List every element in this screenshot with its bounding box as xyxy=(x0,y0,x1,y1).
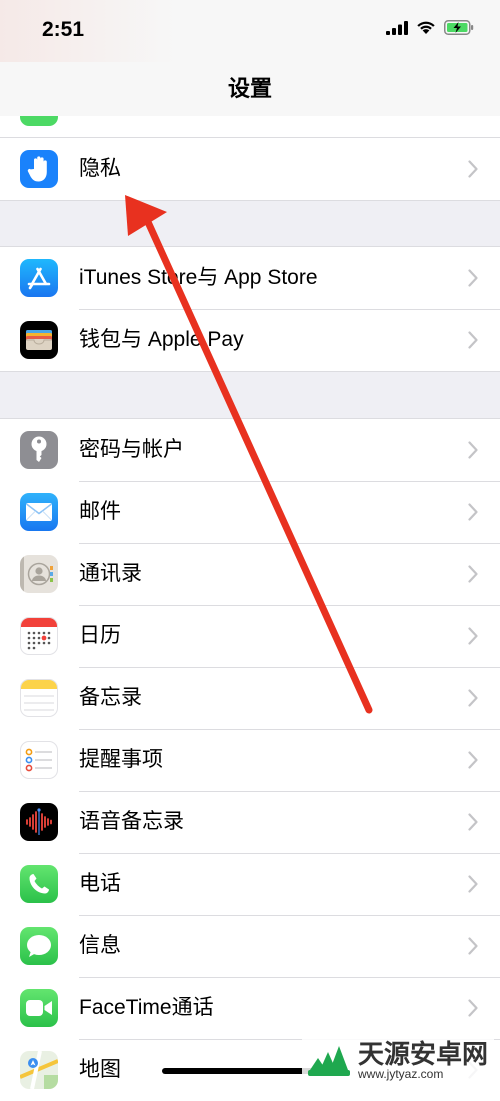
settings-row-passwords-accounts[interactable]: 密码与帐户 xyxy=(0,419,500,481)
settings-row-label: FaceTime通话 xyxy=(79,996,214,1019)
notes-icon xyxy=(20,679,58,717)
mail-icon xyxy=(20,493,58,531)
watermark-brand: 天源安卓网 xyxy=(357,1039,488,1069)
hand-icon xyxy=(20,150,58,188)
settings-group-apps: 密码与帐户 邮件 通讯录 日历 备忘录 提醒事项 语音备忘录 电话 信息 Fac… xyxy=(0,418,500,1101)
wifi-icon xyxy=(417,21,435,34)
contacts-icon xyxy=(20,555,58,593)
settings-row-label: 电话 xyxy=(79,872,121,895)
settings-row-wallet[interactable]: 钱包与 Apple Pay xyxy=(0,309,500,371)
chevron-right-icon xyxy=(468,813,478,831)
settings-row-label: 钱包与 Apple Pay xyxy=(79,328,244,351)
nav-bar: 设置 xyxy=(0,62,500,116)
chevron-right-icon xyxy=(468,331,478,349)
chevron-right-icon xyxy=(468,269,478,287)
settings-row-label: 提醒事项 xyxy=(79,748,163,771)
voice-memos-icon xyxy=(20,803,58,841)
settings-row-label: 地图 xyxy=(79,1058,121,1081)
settings-row-voice-memos[interactable]: 语音备忘录 xyxy=(0,791,500,853)
settings-row-privacy[interactable]: 隐私 xyxy=(0,138,500,200)
settings-row-reminders[interactable]: 提醒事项 xyxy=(0,729,500,791)
settings-row-label: 隐私 xyxy=(79,157,121,180)
partial-row-icon xyxy=(20,116,58,126)
chevron-right-icon xyxy=(468,565,478,583)
app-store-icon xyxy=(20,259,58,297)
android-logo-icon xyxy=(307,1046,350,1076)
settings-row-messages[interactable]: 信息 xyxy=(0,915,500,977)
signal-icon xyxy=(386,20,408,35)
status-time: 2:51 xyxy=(42,18,85,41)
settings-row-calendar[interactable]: 日历 xyxy=(0,605,500,667)
settings-row-itunes-app-store[interactable]: iTunes Store与 App Store xyxy=(0,247,500,309)
settings-row-label: 备忘录 xyxy=(79,686,142,709)
calendar-icon xyxy=(20,617,58,655)
settings-row-label: 信息 xyxy=(79,934,121,957)
chevron-right-icon xyxy=(468,689,478,707)
key-icon xyxy=(20,431,58,469)
chevron-right-icon xyxy=(468,751,478,769)
reminders-icon xyxy=(20,741,58,779)
settings-row-phone[interactable]: 电话 xyxy=(0,853,500,915)
partial-row[interactable] xyxy=(0,116,500,139)
battery-charging-icon xyxy=(444,20,474,35)
wallet-icon xyxy=(20,321,58,359)
settings-row-mail[interactable]: 邮件 xyxy=(0,481,500,543)
settings-row-notes[interactable]: 备忘录 xyxy=(0,667,500,729)
status-icons xyxy=(386,20,474,35)
settings-row-label: 密码与帐户 xyxy=(79,438,184,461)
maps-icon xyxy=(20,1051,58,1089)
chevron-right-icon xyxy=(468,875,478,893)
chevron-right-icon xyxy=(468,503,478,521)
settings-row-contacts[interactable]: 通讯录 xyxy=(0,543,500,605)
settings-group-privacy: 隐私 xyxy=(0,137,500,201)
chevron-right-icon xyxy=(468,999,478,1017)
chevron-right-icon xyxy=(468,160,478,178)
facetime-icon xyxy=(20,989,58,1027)
settings-row-label: 日历 xyxy=(79,624,121,647)
watermark-url: www.jytyaz.com xyxy=(357,1067,444,1081)
status-bar: 2:51 xyxy=(0,0,500,62)
chevron-right-icon xyxy=(468,441,478,459)
settings-row-label: iTunes Store与 App Store xyxy=(79,266,318,289)
settings-row-label: 邮件 xyxy=(79,500,121,523)
phone-icon xyxy=(20,865,58,903)
settings-group-stores: iTunes Store与 App Store 钱包与 Apple Pay xyxy=(0,246,500,372)
chevron-right-icon xyxy=(468,937,478,955)
messages-icon xyxy=(20,927,58,965)
page-title: 设置 xyxy=(227,76,272,101)
chevron-right-icon xyxy=(468,627,478,645)
settings-row-facetime[interactable]: FaceTime通话 xyxy=(0,977,500,1039)
settings-row-label: 通讯录 xyxy=(79,562,142,585)
settings-row-label: 语音备忘录 xyxy=(79,810,184,833)
watermark: 天源安卓网 www.jytyaz.com xyxy=(301,1038,494,1082)
